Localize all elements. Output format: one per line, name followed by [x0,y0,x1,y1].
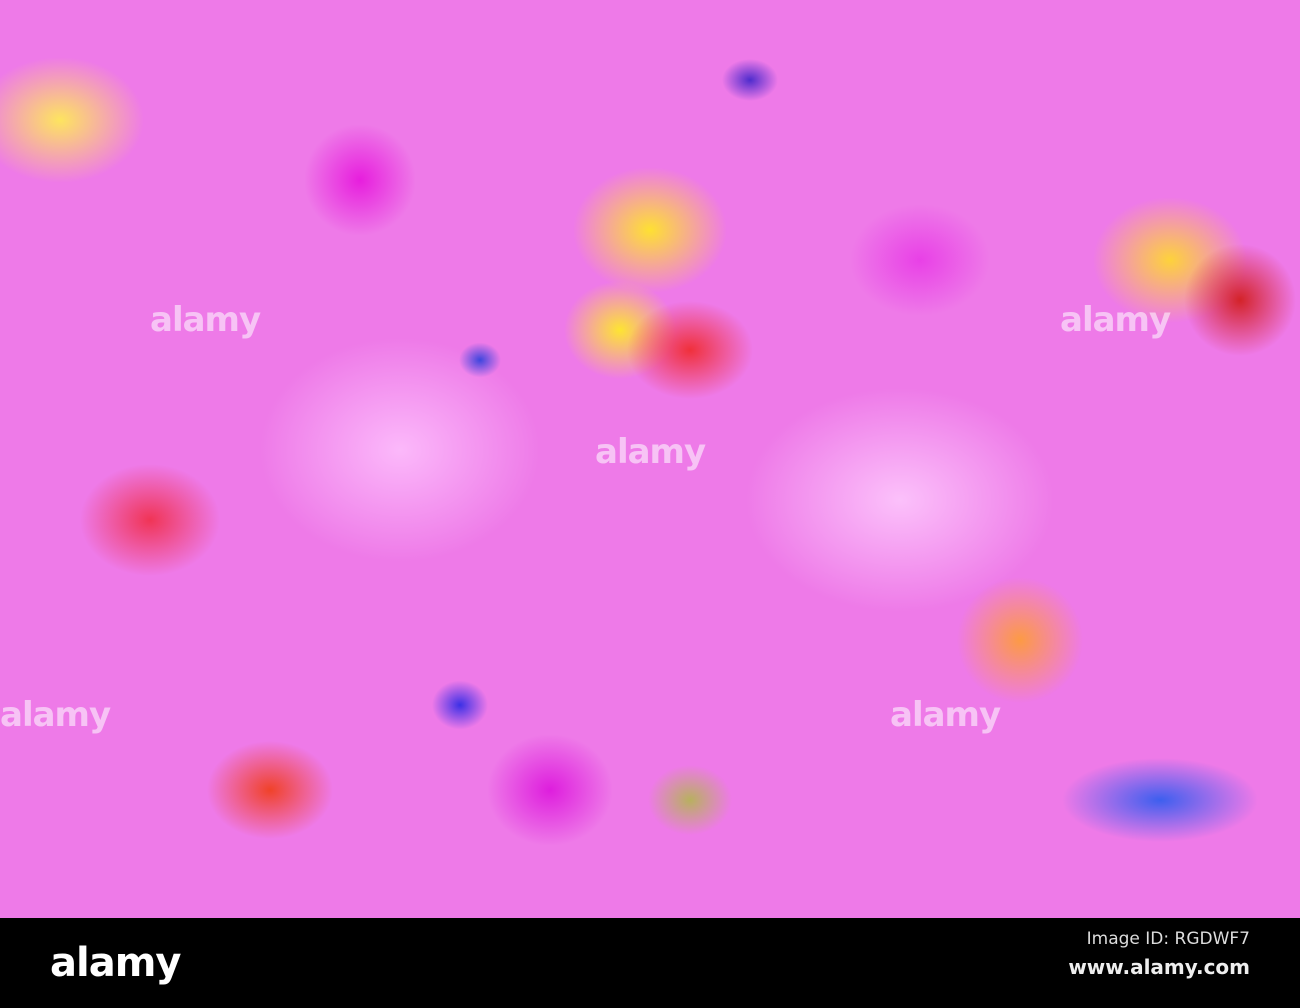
watermark: alamy [890,695,1001,735]
abstract-floral-artwork: alamy alamy alamy alamy alamy [0,0,1300,918]
footer-bar: alamy Image ID: RGDWF7 www.alamy.com [0,918,1300,1008]
image-id: Image ID: RGDWF7 [1086,929,1250,949]
watermark: alamy [1060,300,1171,340]
watermark: alamy [150,300,261,340]
stock-photo-page: alamy alamy alamy alamy alamy alamy Imag… [0,0,1300,1008]
watermark: alamy [595,432,706,472]
watermark: alamy [0,695,111,735]
alamy-logo: alamy [50,940,181,986]
website-link[interactable]: www.alamy.com [1068,955,1250,979]
